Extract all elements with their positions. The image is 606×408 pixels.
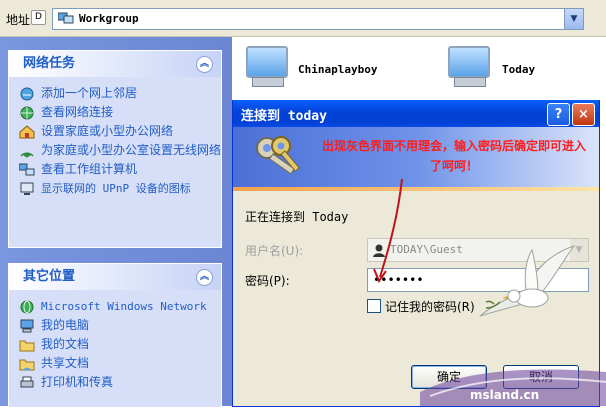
task-label: 添加一个网上邻居 <box>41 86 138 100</box>
computer-chinaplayboy-icon[interactable] <box>242 44 288 88</box>
help-button[interactable]: ? <box>547 103 570 126</box>
close-button[interactable]: × <box>572 103 595 126</box>
collapse-chevron-icon[interactable]: ︽ <box>196 56 213 73</box>
address-dropdown-button[interactable]: ▼ <box>564 9 583 29</box>
place-printers[interactable]: 打印机和传真 <box>9 375 221 390</box>
other-places-panel: 其它位置 ︽ Microsoft Windows Network 我的电脑 我的… <box>8 263 222 408</box>
task-label: 查看工作组计算机 <box>41 162 138 176</box>
task-label: 查看网络连接 <box>41 105 114 119</box>
task-view-workgroup[interactable]: 查看工作组计算机 <box>9 162 221 177</box>
address-value: Workgroup <box>79 12 139 25</box>
address-input[interactable]: Workgroup ▼ <box>52 8 584 30</box>
upnp-icon <box>20 182 34 195</box>
place-microsoft-windows-network[interactable]: Microsoft Windows Network <box>9 299 221 314</box>
place-label: 我的文档 <box>41 337 90 351</box>
task-setup-home-network[interactable]: 设置家庭或小型办公网络 <box>9 124 221 139</box>
network-tasks-header[interactable]: 网络任务 ︽ <box>9 51 221 77</box>
place-label: 打印机和传真 <box>41 375 114 389</box>
network-place-icon <box>20 87 34 101</box>
other-places-title: 其它位置 <box>23 269 76 284</box>
connecting-text: 正在连接到 Today <box>245 210 349 224</box>
place-label: 我的电脑 <box>41 318 90 332</box>
computer-label[interactable]: Today <box>502 63 535 76</box>
network-tasks-panel: 网络任务 ︽ 添加一个网上邻居 查看网络连接 设置家庭或小型办公网络 为家庭或小… <box>8 50 222 248</box>
dialog-title: 连接到 today <box>241 109 327 124</box>
wireless-icon <box>20 152 34 158</box>
checkbox-box[interactable] <box>367 299 381 313</box>
dialog-titlebar[interactable]: 连接到 today ? × <box>233 100 599 127</box>
home-network-icon <box>19 125 35 139</box>
task-show-upnp[interactable]: 显示联网的 UPnP 设备的图标 <box>9 181 221 196</box>
collapse-chevron-icon[interactable]: ︽ <box>196 269 213 286</box>
address-hotkey: D <box>31 10 46 25</box>
place-label: 共享文档 <box>41 356 90 370</box>
task-label: 设置家庭或小型办公网络 <box>41 124 174 138</box>
annotation-arrow-icon <box>373 178 403 284</box>
computer-today-icon[interactable] <box>444 44 490 88</box>
username-label: 用户名(U): <box>245 244 304 258</box>
shared-documents-icon <box>19 359 35 371</box>
task-pane: 网络任务 ︽ 添加一个网上邻居 查看网络连接 设置家庭或小型办公网络 为家庭或小… <box>0 37 232 408</box>
annotation-note: 出现灰色界面不用理会，输入密码后确定即可进入了呵呵！ <box>321 139 586 173</box>
place-label: Microsoft Windows Network <box>41 300 207 313</box>
my-documents-icon <box>19 340 35 352</box>
other-places-header[interactable]: 其它位置 ︽ <box>9 264 221 290</box>
workgroup-computers-icon <box>19 163 35 176</box>
banner-stripe <box>233 187 599 191</box>
task-add-network-place[interactable]: 添加一个网上邻居 <box>9 86 221 101</box>
computer-label[interactable]: Chinaplayboy <box>298 63 377 76</box>
remember-password-label: 记住我的密码(R) <box>385 300 475 314</box>
task-view-connections[interactable]: 查看网络连接 <box>9 105 221 120</box>
watermark-text: msland.cn <box>470 388 540 402</box>
network-connections-icon <box>20 106 34 120</box>
keys-icon <box>256 136 300 175</box>
password-label: 密码(P): <box>245 274 290 288</box>
task-label: 为家庭或小型办公室设置无线网络 <box>41 143 222 157</box>
my-computer-icon <box>20 319 34 333</box>
task-label: 显示联网的 UPnP 设备的图标 <box>41 182 191 195</box>
network-tasks-title: 网络任务 <box>23 56 76 71</box>
place-shared-documents[interactable]: 共享文档 <box>9 356 221 371</box>
dove-icon <box>479 245 576 317</box>
task-setup-wireless[interactable]: 为家庭或小型办公室设置无线网络 <box>9 143 221 158</box>
workgroup-icon <box>58 12 74 24</box>
printer-icon <box>20 376 34 388</box>
address-label: 地址 <box>6 13 31 27</box>
place-my-computer[interactable]: 我的电脑 <box>9 318 221 333</box>
globe-icon <box>20 300 34 314</box>
place-my-documents[interactable]: 我的文档 <box>9 337 221 352</box>
address-bar: 地址 D Workgroup ▼ <box>0 0 606 37</box>
